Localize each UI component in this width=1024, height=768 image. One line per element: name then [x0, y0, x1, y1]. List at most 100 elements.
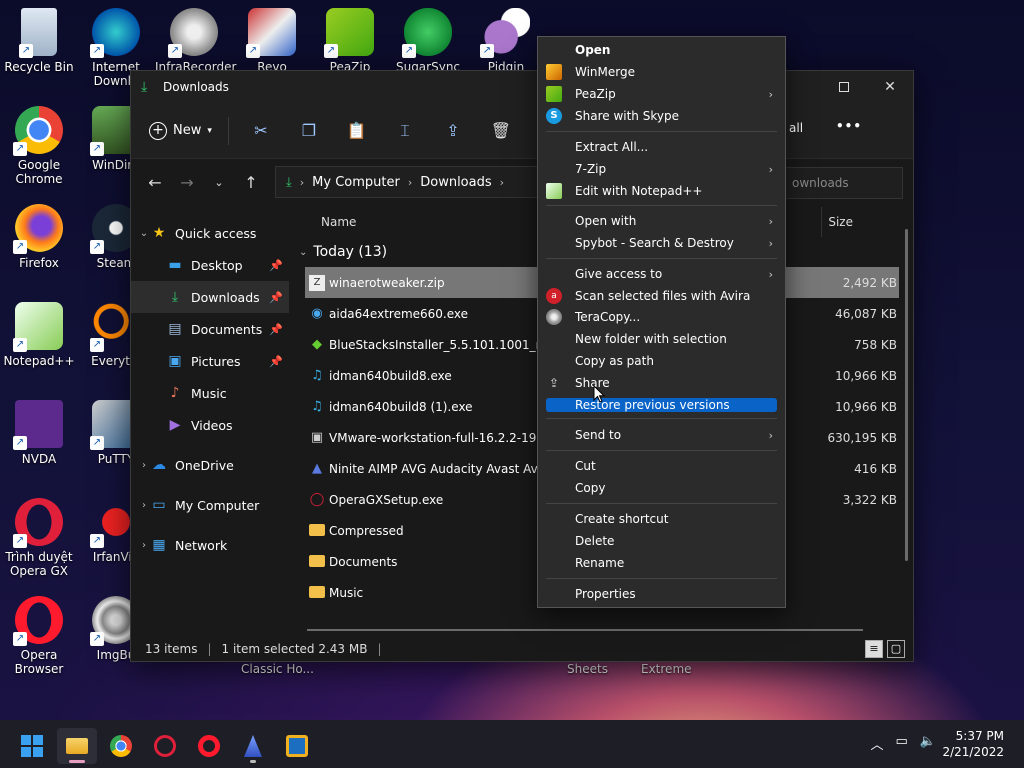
clock-time: 5:37 PM [955, 729, 1004, 743]
menu-item-rename[interactable]: Rename [538, 552, 785, 574]
pin-icon[interactable]: 📌 [269, 323, 283, 336]
menu-item-open-with[interactable]: Open with › [538, 210, 785, 232]
chevron-right-icon: › [142, 539, 146, 551]
paste-button[interactable]: 📋 [333, 113, 381, 149]
taskbar-chrome[interactable] [101, 728, 141, 764]
pin-icon[interactable]: 📌 [269, 259, 283, 272]
menu-item-create-shortcut[interactable]: Create shortcut [538, 508, 785, 530]
menu-item-winmerge[interactable]: WinMerge [538, 61, 785, 83]
title-bar[interactable]: ⤓ Downloads [131, 71, 913, 103]
chevron-up-icon[interactable]: ︿ [871, 734, 884, 753]
close-button[interactable]: ✕ [867, 71, 913, 103]
desktop-icon-pidgin[interactable]: Pidgin [467, 8, 545, 74]
volume-icon[interactable]: 🔈 [920, 734, 936, 753]
menu-separator [546, 131, 777, 132]
internet-download-manager-icon [90, 8, 140, 58]
menu-separator [546, 205, 777, 206]
forward-button[interactable]: → [171, 166, 203, 198]
select-all-label[interactable]: all [789, 121, 803, 135]
menu-item-send-to[interactable]: Send to › [538, 424, 785, 446]
back-button[interactable]: ← [139, 166, 171, 198]
nav-documents[interactable]: ▤ Documents 📌 [131, 313, 289, 345]
taskbar-file-explorer[interactable] [57, 728, 97, 764]
more-options-button[interactable]: ••• [836, 119, 862, 133]
menu-item-copy[interactable]: Copy [538, 477, 785, 499]
file-explorer-window: ⤓ Downloads ✕ + New ▾ ✂ ❐ 📋 ⌶ ⇪ 🗑 all ••… [130, 70, 914, 662]
new-button[interactable]: + New ▾ [141, 116, 220, 146]
details-view-button[interactable]: ≡ [865, 640, 883, 658]
nav-pictures[interactable]: ▣ Pictures 📌 [131, 345, 289, 377]
copy-button[interactable]: ❐ [285, 113, 333, 149]
menu-item-peazip[interactable]: PeaZip › [538, 83, 785, 105]
desktop-icon-recycle-bin[interactable]: Recycle Bin [0, 8, 78, 74]
desktop-icon-opera-gx[interactable]: Trình duyệt Opera GX [0, 498, 78, 578]
context-menu: Open WinMerge PeaZip › S Share with Skyp… [537, 36, 786, 608]
menu-separator [546, 503, 777, 504]
delete-button[interactable]: 🗑 [477, 113, 525, 149]
horizontal-scrollbar[interactable] [307, 629, 863, 631]
menu-item-edit-notepadpp[interactable]: Edit with Notepad++ [538, 180, 785, 202]
desktop-icon-chrome[interactable]: Google Chrome [0, 106, 78, 186]
menu-item-new-folder-with-selection[interactable]: New folder with selection [538, 328, 785, 350]
column-name[interactable]: Name [321, 215, 356, 229]
nav-network[interactable]: › ▦ Network [131, 529, 289, 561]
menu-item-cut[interactable]: Cut [538, 455, 785, 477]
maximize-button[interactable] [821, 71, 867, 103]
network-icon[interactable]: ▭ [896, 734, 908, 753]
taskbar-nvda[interactable] [233, 728, 273, 764]
opera-gx-icon [154, 735, 176, 757]
view-toggle: ≡ ▢ [865, 640, 905, 658]
system-tray: ︿ ▭ 🔈 [871, 734, 937, 753]
vertical-scrollbar[interactable] [905, 229, 908, 561]
pin-icon[interactable]: 📌 [269, 291, 283, 304]
menu-item-delete[interactable]: Delete [538, 530, 785, 552]
pin-icon[interactable]: 📌 [269, 355, 283, 368]
breadcrumb-my-computer[interactable]: My Computer [312, 175, 400, 190]
menu-item-share-with-skype[interactable]: S Share with Skype [538, 105, 785, 127]
menu-item-extract-all[interactable]: Extract All... [538, 136, 785, 158]
share-button[interactable]: ⇪ [429, 113, 477, 149]
taskbar-opera[interactable] [189, 728, 229, 764]
up-button[interactable]: ↑ [235, 166, 267, 198]
taskbar-teracopy[interactable] [277, 728, 317, 764]
desktop-icon-firefox[interactable]: Firefox [0, 204, 78, 270]
opera-gx-icon [13, 498, 63, 548]
desktop-label-extreme: Extreme [641, 662, 692, 676]
taskbar-start-button[interactable] [12, 728, 52, 764]
menu-item-scan-avira[interactable]: a Scan selected files with Avira [538, 285, 785, 307]
column-size[interactable]: Size [821, 207, 853, 237]
menu-item-give-access[interactable]: Give access to › [538, 263, 785, 285]
desktop-icon-opera[interactable]: Opera Browser [0, 596, 78, 676]
desktop-icon-nvda[interactable]: NVDA [0, 400, 78, 466]
breadcrumb-downloads[interactable]: Downloads [420, 175, 491, 190]
nav-onedrive[interactable]: › ☁ OneDrive [131, 449, 289, 481]
desktop-icon-revo[interactable]: Revo [233, 8, 311, 74]
rename-button[interactable]: ⌶ [381, 113, 429, 149]
address-bar[interactable]: ⤓ › My Computer › Downloads › [275, 166, 545, 198]
nav-downloads[interactable]: ⤓ Downloads 📌 [131, 281, 289, 313]
desktop-icon-infrarecorder[interactable]: InfraRecorder [155, 8, 236, 74]
zip-file-icon: Z [309, 274, 325, 291]
nav-my-computer[interactable]: › ▭ My Computer [131, 489, 289, 521]
menu-item-teracopy[interactable]: TeraCopy... [538, 306, 785, 328]
desktop-icon-sugarsync[interactable]: SugarSync [389, 8, 467, 74]
menu-item-copy-as-path[interactable]: Copy as path [538, 350, 785, 372]
menu-item-open[interactable]: Open [538, 39, 785, 61]
nav-desktop[interactable]: ▬ Desktop 📌 [131, 249, 289, 281]
desktop-icon-peazip[interactable]: PeaZip [311, 8, 389, 74]
taskbar-opera-gx[interactable] [145, 728, 185, 764]
tiles-view-button[interactable]: ▢ [887, 640, 905, 658]
recent-locations-button[interactable]: ⌄ [203, 166, 235, 198]
cut-button[interactable]: ✂ [237, 113, 285, 149]
nav-music[interactable]: ♪ Music [131, 377, 289, 409]
nav-quick-access[interactable]: ⌄ ★ Quick access [131, 217, 289, 249]
nav-videos[interactable]: ▶ Videos [131, 409, 289, 441]
menu-item-restore-previous-versions[interactable]: Restore previous versions [546, 398, 777, 412]
clock[interactable]: 5:37 PM 2/21/2022 [942, 728, 1004, 760]
search-input[interactable]: ownloads [783, 167, 903, 199]
menu-item-7zip[interactable]: 7-Zip › [538, 158, 785, 180]
desktop-icon-notepadpp[interactable]: Notepad++ [0, 302, 78, 368]
menu-item-properties[interactable]: Properties [538, 583, 785, 605]
menu-item-spybot[interactable]: Spybot - Search & Destroy › [538, 232, 785, 254]
menu-item-share[interactable]: ⇪ Share [538, 372, 785, 394]
